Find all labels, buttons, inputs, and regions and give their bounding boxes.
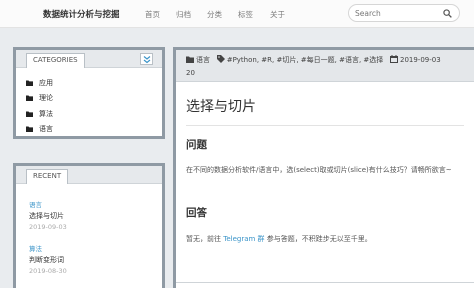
category-list: 应用 理论 算法 语言 [26, 75, 53, 137]
question-text: 在不同的数据分析软件/语言中，选(select)取或切片(slice)有什么技巧… [186, 166, 452, 174]
categories-panel: CATEGORIES 应用 理论 算法 语言 [13, 47, 165, 139]
meta-category-group: 语言 [186, 56, 212, 64]
recent-post-title[interactable]: 选择与切片 [29, 210, 67, 222]
article-footer-bar [176, 282, 474, 288]
recent-title: RECENT [26, 169, 69, 184]
recent-post-category[interactable]: 语言 [29, 201, 67, 210]
nav-archive[interactable]: 归档 [176, 9, 191, 20]
category-label: 语言 [39, 125, 53, 134]
categories-header: CATEGORIES [16, 50, 162, 68]
folder-icon [26, 95, 33, 102]
recent-post-date: 2019-09-03 [29, 223, 67, 231]
folder-icon [26, 126, 33, 133]
meta-tags-group: #Python, #R, #切片, #每日一题, #语言, #选择 [214, 55, 385, 64]
section-heading-answer: 回答 [186, 207, 207, 219]
section-heading-question: 问题 [186, 139, 207, 151]
search-icon[interactable] [443, 9, 452, 18]
category-label: 理论 [39, 94, 53, 103]
recent-post: 语言 选择与切片 2019-09-03 [29, 201, 67, 232]
category-item-application[interactable]: 应用 [26, 75, 53, 91]
calendar-icon [389, 55, 398, 63]
recent-header: RECENT [16, 166, 162, 184]
meta-category[interactable]: 语言 [196, 56, 210, 64]
site-brand[interactable]: 数据统计分析与挖掘 [43, 8, 120, 20]
search-input[interactable] [355, 7, 437, 19]
answer-prefix: 暂无，前往 [186, 235, 221, 243]
nav-tags[interactable]: 标签 [238, 9, 253, 20]
category-label: 算法 [39, 109, 53, 118]
category-label: 应用 [39, 78, 53, 87]
recent-post-date: 2019-08-30 [29, 267, 67, 275]
chevron-double-down-icon [143, 56, 151, 64]
meta-date: 2019-09-03 [399, 56, 441, 64]
folder-icon [26, 111, 33, 117]
nav-categories[interactable]: 分类 [207, 9, 222, 20]
recent-post-category[interactable]: 算法 [29, 245, 67, 254]
category-item-algorithm[interactable]: 算法 [26, 106, 53, 122]
collapse-button[interactable] [140, 53, 153, 65]
recent-post: 算法 判断变形词 2019-08-30 [29, 245, 67, 276]
nav-home[interactable]: 首页 [145, 9, 160, 20]
meta-tags[interactable]: #Python, #R, #切片, #每日一题, #语言, #选择 [227, 56, 384, 64]
category-item-language[interactable]: 语言 [26, 122, 53, 138]
meta-date-group: 2019-09-03 [388, 55, 441, 64]
title-divider [186, 125, 464, 126]
article-panel: 语言 #Python, #R, #切片, #每日一题, #语言, #选择 201… [173, 47, 474, 288]
category-item-theory[interactable]: 理论 [26, 91, 53, 107]
telegram-group-link[interactable]: Telegram 群 [223, 235, 264, 243]
nav-about[interactable]: 关于 [270, 9, 285, 20]
recent-panel: RECENT 语言 选择与切片 2019-09-03 算法 判断变形词 2019… [13, 163, 165, 288]
tag-icon [216, 55, 225, 63]
answer-text: 暂无，前往 Telegram 群 参与答题，不积跬步无以至千里。 [186, 234, 456, 245]
answer-suffix: 参与答题，不积跬步无以至千里。 [266, 235, 372, 243]
folder-icon [186, 56, 194, 63]
recent-post-title[interactable]: 判断变形词 [29, 254, 67, 266]
article-meta: 语言 #Python, #R, #切片, #每日一题, #语言, #选择 201… [176, 50, 474, 82]
search-box[interactable] [348, 4, 460, 22]
categories-title: CATEGORIES [26, 53, 85, 68]
folder-icon [26, 80, 33, 86]
top-navbar: 数据统计分析与挖掘 首页 归档 分类 标签 关于 [0, 0, 474, 28]
meta-date-continued: 20 [186, 69, 195, 77]
post-title: 选择与切片 [186, 99, 256, 115]
